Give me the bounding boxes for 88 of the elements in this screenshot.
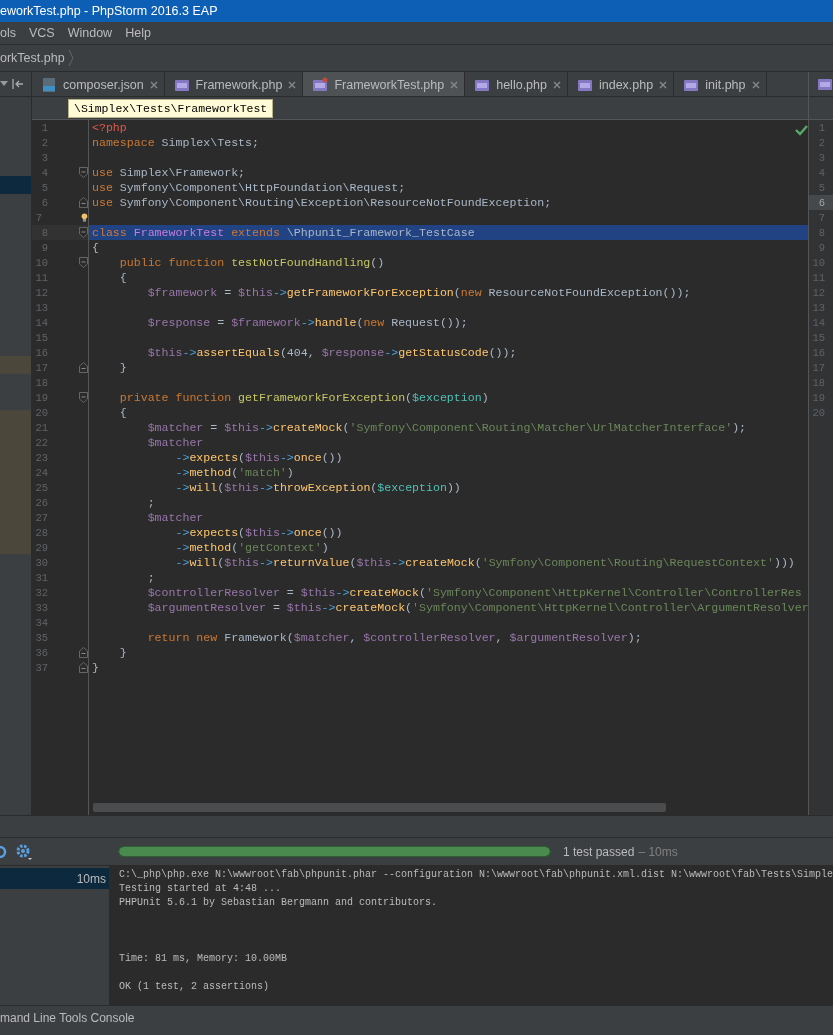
code-line: ; xyxy=(146,571,155,584)
line-number: 6 xyxy=(818,196,825,209)
code-line: use Simplex\Framework; xyxy=(92,166,246,179)
check-icon xyxy=(795,125,808,137)
code-line: $matcher xyxy=(146,511,204,524)
fold-icon[interactable] xyxy=(79,647,88,658)
code-line: use Symfony\Component\HttpFoundation\Request; xyxy=(92,181,406,194)
console-line: PHPUnit 5.6.1 by Sebastian Bergmann and contributors. xyxy=(119,896,439,910)
code-line: ->method('getContext') xyxy=(174,541,329,554)
fold-icon[interactable] xyxy=(79,662,88,673)
line-number: 35 xyxy=(34,631,48,644)
close-icon[interactable] xyxy=(450,80,459,89)
php-test-file-icon xyxy=(312,76,329,93)
console-line: OK (1 test, 2 assertions) xyxy=(119,980,271,994)
line-number: 7 xyxy=(34,211,43,224)
window-title: eworkTest.php - PhpStorm 2016.3 EAP xyxy=(0,0,833,22)
line-number: 33 xyxy=(34,601,48,614)
code-line: private function getFrameworkForException($exception) xyxy=(118,391,489,404)
close-icon[interactable] xyxy=(659,80,668,89)
test-tree-row[interactable]: 10ms xyxy=(0,868,109,889)
caret-down-icon[interactable] xyxy=(0,81,8,87)
code-line: $this->assertEquals(404, $response->getStatusCode()); xyxy=(146,346,517,359)
lightbulb-icon[interactable] xyxy=(81,210,88,225)
code-line: { xyxy=(118,406,127,419)
test-duration: – 10ms xyxy=(638,844,678,859)
code-line: $framework = $this->getFrameworkForException(new ResourceNotFoundException()); xyxy=(146,286,691,299)
line-number: 37 xyxy=(34,661,48,674)
close-icon[interactable] xyxy=(288,80,297,89)
collapse-icon[interactable] xyxy=(12,78,24,90)
code-line: return new Framework($matcher, $controllerResolver, $argumentResolver); xyxy=(146,631,642,644)
line-number: 30 xyxy=(34,556,48,569)
fold-icon[interactable] xyxy=(79,227,88,238)
code-line: <?php xyxy=(92,121,127,134)
editor-tab[interactable]: FrameworkTest.php xyxy=(303,72,466,96)
tooltip: \Simplex\Tests\FrameworkTest xyxy=(68,98,274,118)
close-icon[interactable] xyxy=(149,80,158,89)
fold-icon[interactable] xyxy=(79,257,88,268)
line-number: 27 xyxy=(34,511,48,524)
php-file-icon xyxy=(817,76,833,92)
code-line: class FrameworkTest extends \Phpunit_Framework_TestCase xyxy=(92,226,475,239)
menu-item[interactable]: ols xyxy=(0,26,16,40)
code-line: namespace Simplex\Tests; xyxy=(92,136,259,149)
code-line: ->method('match') xyxy=(174,466,294,479)
close-icon[interactable] xyxy=(751,80,760,89)
rerun-icon[interactable] xyxy=(0,843,9,860)
line-number: 23 xyxy=(34,451,48,464)
code-line: } xyxy=(92,661,99,674)
code-line: ->will($this->throwException($exception)) xyxy=(174,481,461,494)
code-line: use Symfony\Component\Routing\Exception\ResourceNotFoundException; xyxy=(92,196,552,209)
console-line: Testing started at 4:48 ... xyxy=(119,882,283,896)
code-line: $matcher xyxy=(146,436,204,449)
line-number: 31 xyxy=(34,571,48,584)
code-line: $controllerResolver = $this->createMock('Symfony\Component\HttpKernel\Controller\ControllerRes xyxy=(146,586,802,599)
code-line: ->expects($this->once()) xyxy=(174,451,343,464)
console-line: C:\_php\php.exe N:\wwwroot\fab\phpunit.phar --configuration N:\wwwroot\fab\phpunit.xml.dist N:\wwwroot\fab\Tests\Simple xyxy=(119,868,833,882)
code-line: { xyxy=(92,241,99,254)
menu-item[interactable]: Window xyxy=(67,26,113,40)
scrollbar[interactable] xyxy=(93,803,666,812)
code-line: } xyxy=(118,646,127,659)
code-line: $response = $framework->handle(new Request()); xyxy=(146,316,468,329)
json-file-icon xyxy=(41,76,57,93)
line-number: 34 xyxy=(34,616,48,629)
code-line: { xyxy=(118,271,127,284)
line-number: 36 xyxy=(34,646,48,659)
code-line: ; xyxy=(146,496,155,509)
line-number: 17 xyxy=(34,361,48,374)
code-line: $matcher = $this->createMock('Symfony\Component\Routing\Matcher\UrlMatcherInterface'); xyxy=(146,421,747,434)
fold-icon[interactable] xyxy=(79,167,88,178)
fold-icon[interactable] xyxy=(79,362,88,373)
breadcrumb-item[interactable]: orkTest.php xyxy=(0,51,65,65)
test-status: 1 test passed xyxy=(563,844,635,859)
code-line: ->will($this->returnValue($this->createMock('Symfony\Component\Routing\RequestContext'))) xyxy=(174,556,795,569)
code-line: } xyxy=(118,361,127,374)
close-icon[interactable] xyxy=(552,80,561,89)
line-number: 32 xyxy=(34,586,48,599)
line-number: 13 xyxy=(34,301,48,314)
tool-window-tab[interactable]: mand Line Tools Console xyxy=(0,1011,135,1025)
chevron-icon xyxy=(67,49,74,67)
line-number: 3 xyxy=(40,151,48,164)
code-line: ->expects($this->once()) xyxy=(174,526,343,539)
menu-item[interactable]: VCS xyxy=(29,26,55,40)
menu-item[interactable]: Help xyxy=(125,26,151,40)
console-line: Time: 81 ms, Memory: 10.00MB xyxy=(119,952,289,966)
settings-icon[interactable] xyxy=(15,842,33,861)
code-line: public function testNotFoundHandling() xyxy=(118,256,385,269)
code-line: $argumentResolver = $this->createMock('Symfony\Component\HttpKernel\Controller\ArgumentResolver xyxy=(146,601,809,614)
fold-icon[interactable] xyxy=(79,197,88,208)
fold-icon[interactable] xyxy=(79,392,88,403)
